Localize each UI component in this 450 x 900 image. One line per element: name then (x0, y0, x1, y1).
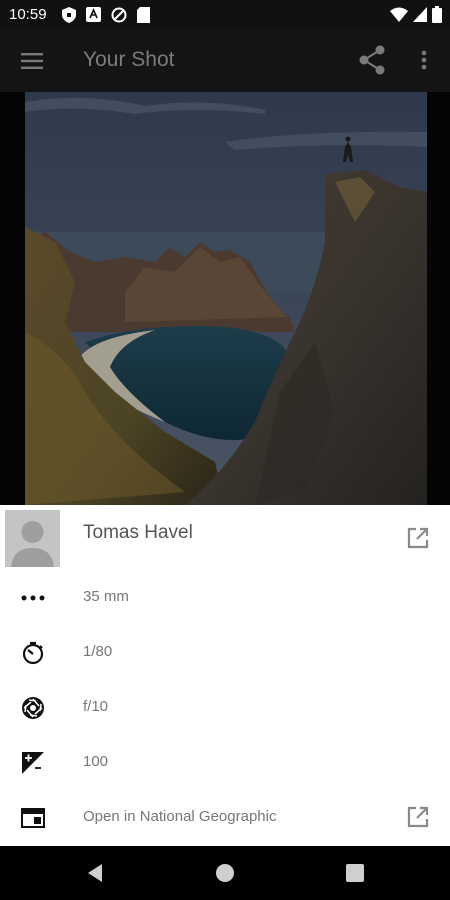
signal-icon (413, 7, 427, 27)
shutter-speed-icon (20, 640, 45, 665)
status-bar: 10:59 (0, 0, 450, 30)
open-natgeo-external-icon[interactable] (405, 804, 431, 830)
overflow-menu-icon[interactable] (414, 47, 434, 73)
share-icon[interactable] (357, 45, 387, 75)
focal-length-icon (20, 585, 45, 610)
back-icon[interactable] (84, 862, 106, 884)
focal-length-value: 35 mm (83, 588, 129, 605)
avatar[interactable] (5, 510, 60, 567)
menu-icon[interactable] (20, 49, 44, 73)
app-notification-icon (85, 6, 102, 23)
sd-card-icon (135, 6, 152, 23)
shutter-speed-row: 1/80 (0, 632, 450, 672)
photo-info-panel: Tomas Havel 35 mm 1/80 f/10 100 Open in … (0, 505, 450, 846)
open-author-external-icon[interactable] (405, 525, 431, 551)
battery-icon (432, 6, 442, 28)
focal-length-row: 35 mm (0, 577, 450, 617)
iso-row: 100 (0, 742, 450, 782)
open-in-natgeo-label[interactable]: Open in National Geographic (83, 808, 276, 825)
shutter-speed-value: 1/80 (83, 643, 113, 660)
aperture-icon (20, 695, 45, 720)
author-name[interactable]: Tomas Havel (83, 522, 193, 544)
aperture-row: f/10 (0, 687, 450, 727)
aperture-value: f/10 (83, 698, 109, 715)
iso-value: 100 (83, 753, 109, 770)
featured-photo[interactable] (25, 92, 427, 505)
app-title: Your Shot (83, 48, 175, 71)
recents-icon[interactable] (344, 862, 366, 884)
app-bar: Your Shot (0, 30, 450, 92)
system-nav-bar (0, 846, 450, 900)
wifi-icon (390, 7, 408, 27)
status-time: 10:59 (9, 6, 47, 23)
shield-icon (60, 6, 77, 23)
data-saver-icon (110, 6, 127, 23)
open-in-natgeo-row[interactable]: Open in National Geographic (0, 797, 450, 837)
browser-window-icon (20, 805, 45, 830)
iso-exposure-icon (20, 750, 45, 775)
photo-area (0, 92, 450, 505)
home-icon[interactable] (214, 862, 236, 884)
